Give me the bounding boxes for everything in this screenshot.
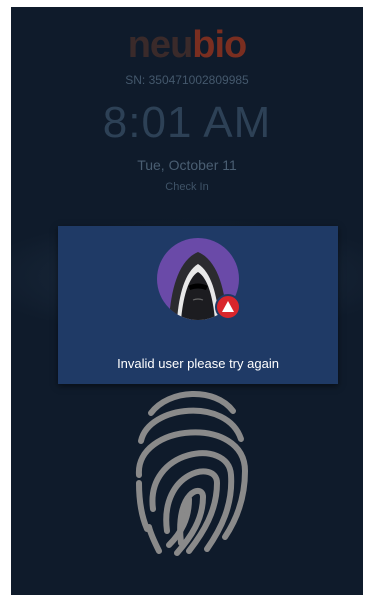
clock-time: 8:01 AM [102, 98, 272, 147]
logo-text-neu: neu [127, 24, 194, 66]
attendance-mode: Check In [165, 181, 209, 193]
brand-logo: neubio [11, 25, 363, 65]
clock-date: Tue, October 11 [137, 157, 237, 173]
serial-number: SN: 350471002809985 [125, 73, 249, 87]
dialog-message: Invalid user please try again [117, 356, 279, 371]
warning-icon [215, 294, 241, 320]
kiosk-screen: neubio SN: 350471002809985 8:01 AM Tue, … [11, 7, 363, 595]
logo-text-bio: bio [192, 24, 247, 66]
invalid-user-dialog: Invalid user please try again [58, 226, 338, 384]
fingerprint-icon[interactable] [129, 379, 253, 559]
